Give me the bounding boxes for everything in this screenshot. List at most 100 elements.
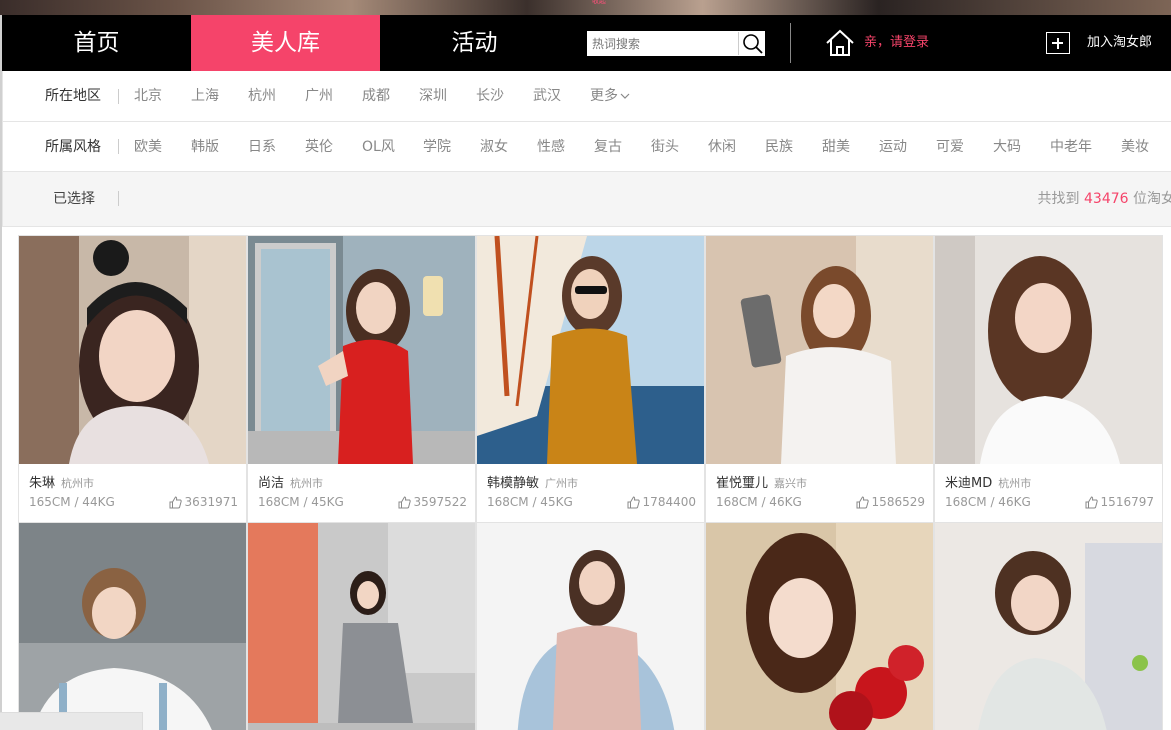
result-count-number: 43476 [1084, 191, 1129, 207]
main-nav: 首页 美人库 活动 亲，请登录 加入淘女郎 [2, 15, 1171, 71]
model-name: 韩模静敏 [487, 476, 540, 491]
result-count: 共找到 43476 位淘女郎 [1038, 172, 1171, 227]
region-filter-label: 所在地区 [45, 88, 101, 104]
page: 收起 首页 美人库 活动 亲，请登录 加入淘女郎 所在地区 [0, 0, 1171, 730]
model-card[interactable]: 米迪MD 杭州市 168CM / 46KG 1516797 [934, 235, 1163, 523]
model-likes-count: 1784400 [642, 495, 696, 509]
style-option[interactable]: 民族 [765, 122, 793, 172]
region-more-button[interactable]: 更多 [590, 71, 630, 122]
plus-icon[interactable] [1046, 32, 1070, 54]
thumbs-up-icon [627, 496, 640, 509]
style-option[interactable]: 中老年 [1050, 122, 1092, 172]
model-name: 崔悦璽儿 [716, 476, 769, 491]
style-option[interactable]: 欧美 [134, 122, 162, 172]
model-likes[interactable]: 3597522 [398, 495, 467, 509]
style-option[interactable]: 大码 [993, 122, 1021, 172]
top-banner: 收起 [0, 0, 1171, 15]
model-photo [706, 523, 933, 730]
model-card[interactable]: 崔悦璽儿 嘉兴市 168CM / 46KG 1586529 [705, 235, 934, 523]
style-option[interactable]: 淑女 [480, 122, 508, 172]
model-photo [248, 523, 475, 730]
thumbs-up-icon [856, 496, 869, 509]
region-option[interactable]: 北京 [134, 71, 162, 122]
join-link[interactable]: 加入淘女郎 [1087, 15, 1152, 71]
style-option[interactable]: 甜美 [822, 122, 850, 172]
model-card[interactable]: 韩模静敏 广州市 168CM / 45KG 1784400 [476, 235, 705, 523]
model-likes[interactable]: 3631971 [169, 495, 238, 509]
style-option[interactable]: 学院 [423, 122, 451, 172]
search-button[interactable] [738, 32, 765, 55]
region-option[interactable]: 深圳 [419, 71, 447, 122]
collapse-banner-button[interactable]: 收起 [589, 0, 609, 6]
model-name: 米迪MD [945, 476, 993, 491]
login-link[interactable]: 亲，请登录 [864, 15, 929, 71]
selected-label: 已选择 [53, 191, 95, 207]
style-option[interactable]: 日系 [248, 122, 276, 172]
model-photo [248, 236, 475, 464]
result-count-prefix: 共找到 [1037, 191, 1080, 207]
model-likes-count: 1516797 [1100, 495, 1154, 509]
model-city: 嘉兴市 [774, 477, 808, 490]
region-option[interactable]: 上海 [191, 71, 219, 122]
model-name: 朱琳 [29, 476, 56, 491]
model-likes[interactable]: 1586529 [856, 495, 925, 509]
style-option[interactable]: 美妆 [1121, 122, 1149, 172]
region-option[interactable]: 成都 [362, 71, 390, 122]
model-card[interactable]: 朱琳 杭州市 165CM / 44KG 3631971 [18, 235, 247, 523]
model-card[interactable]: 尚洁 杭州市 168CM / 45KG 3597522 [247, 235, 476, 523]
thumbs-up-icon [169, 496, 182, 509]
model-likes[interactable]: 1784400 [627, 495, 696, 509]
model-photo [19, 236, 246, 464]
model-photo [706, 236, 933, 464]
style-filter-row: 所属风格 欧美 韩版 日系 英伦 OL风 学院 淑女 性感 复古 街头 休闲 民… [2, 122, 1171, 172]
model-photo [19, 523, 246, 730]
search-icon [743, 34, 763, 54]
bottom-floating-tab[interactable] [0, 712, 143, 730]
tab-beauty-library[interactable]: 美人库 [191, 15, 380, 71]
region-option[interactable]: 杭州 [248, 71, 276, 122]
model-stats: 168CM / 45KG [487, 495, 573, 509]
style-option[interactable]: 英伦 [305, 122, 333, 172]
region-option[interactable]: 长沙 [476, 71, 504, 122]
region-option[interactable]: 广州 [305, 71, 333, 122]
model-likes[interactable]: 1516797 [1085, 495, 1154, 509]
model-card[interactable] [934, 522, 1163, 730]
tab-activities[interactable]: 活动 [380, 15, 569, 71]
region-filter-row: 所在地区 北京 上海 杭州 广州 成都 深圳 长沙 武汉 更多 [2, 71, 1171, 122]
model-grid: 朱琳 杭州市 165CM / 44KG 3631971 尚洁 杭州市 168CM… [18, 235, 1171, 730]
model-city: 广州市 [545, 477, 579, 490]
model-stats: 168CM / 46KG [945, 495, 1031, 509]
collapse-label: 收起 [592, 0, 606, 5]
thumbs-up-icon [398, 496, 411, 509]
model-stats: 168CM / 45KG [258, 495, 344, 509]
style-option[interactable]: 街头 [651, 122, 679, 172]
home-icon[interactable] [825, 29, 855, 57]
model-city: 杭州市 [290, 477, 324, 490]
model-card[interactable] [705, 522, 934, 730]
model-likes-count: 1586529 [871, 495, 925, 509]
style-option[interactable]: 性感 [537, 122, 565, 172]
model-name: 尚洁 [258, 476, 285, 491]
model-stats: 165CM / 44KG [29, 495, 115, 509]
filter-separator [118, 89, 119, 104]
style-option[interactable]: 运动 [879, 122, 907, 172]
style-option[interactable]: 韩版 [191, 122, 219, 172]
style-option[interactable]: 可爱 [936, 122, 964, 172]
search-input[interactable] [588, 32, 738, 55]
model-card[interactable] [476, 522, 705, 730]
model-photo [935, 523, 1162, 730]
region-more-label: 更多 [590, 88, 618, 104]
model-card[interactable] [18, 522, 247, 730]
region-option[interactable]: 武汉 [533, 71, 561, 122]
model-name-line: 韩模静敏 广州市 [487, 472, 578, 491]
model-likes-count: 3597522 [413, 495, 467, 509]
style-option[interactable]: OL风 [362, 122, 395, 172]
nav-divider [790, 23, 791, 63]
model-card[interactable] [247, 522, 476, 730]
selected-filters-row: 已选择 共找到 43476 位淘女郎 [2, 172, 1171, 227]
style-option[interactable]: 复古 [594, 122, 622, 172]
model-stats: 168CM / 46KG [716, 495, 802, 509]
tab-home[interactable]: 首页 [2, 15, 191, 71]
style-option[interactable]: 休闲 [708, 122, 736, 172]
result-count-suffix: 位淘女郎 [1133, 191, 1171, 207]
